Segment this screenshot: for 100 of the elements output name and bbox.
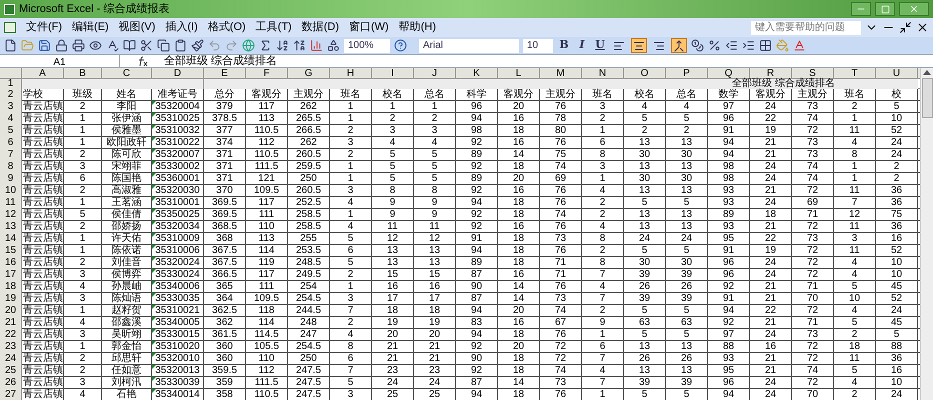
formula-content[interactable]: 全部班级 综合成绩排名 — [164, 52, 278, 70]
zoom-field[interactable]: 100% — [344, 38, 390, 52]
table-cell: 21 — [750, 137, 792, 149]
row-header[interactable]: 22 — [0, 329, 22, 341]
table-cell: 360 — [204, 341, 246, 353]
table-cell: 63 — [666, 317, 708, 329]
spell-check-icon[interactable] — [106, 39, 119, 52]
table-cell: 9 — [582, 317, 624, 329]
menu-item[interactable]: 窗口(W) — [349, 19, 389, 36]
row-header[interactable]: 27 — [0, 389, 22, 400]
table-cell: 25 — [414, 389, 456, 400]
row-header[interactable]: 3 — [0, 101, 22, 113]
drawing-icon[interactable] — [327, 39, 340, 52]
decrease-indent-icon[interactable] — [725, 39, 738, 52]
table-cell: 96 — [708, 269, 750, 281]
function-icon[interactable] — [136, 56, 148, 66]
italic-button[interactable]: I — [575, 37, 589, 54]
table-cell: 18 — [750, 209, 792, 221]
table-cell: 1 — [64, 341, 102, 353]
table-cell: 371 — [204, 161, 246, 173]
sort-descending-icon[interactable] — [293, 39, 306, 52]
percent-icon[interactable] — [708, 39, 721, 52]
row-header[interactable]: 4 — [0, 113, 22, 125]
row-header[interactable]: 19 — [0, 293, 22, 305]
chart-icon[interactable] — [310, 39, 323, 52]
table-cell: 4 — [582, 185, 624, 197]
row-header[interactable]: 5 — [0, 125, 22, 137]
scrollbar-thumb[interactable] — [922, 78, 932, 118]
row-header[interactable]: 8 — [0, 161, 22, 173]
restore-icon[interactable] — [899, 21, 912, 34]
minimize-button[interactable] — [851, 2, 871, 16]
row-header[interactable]: 18 — [0, 281, 22, 293]
row-header[interactable]: 13 — [0, 221, 22, 233]
help-search-field[interactable]: 键入需要帮助的问题 — [751, 20, 861, 34]
row-header[interactable]: 23 — [0, 341, 22, 353]
table-cell: 4 — [834, 269, 876, 281]
font-field[interactable]: Arial — [419, 38, 519, 52]
vertical-scrollbar[interactable] — [920, 68, 933, 400]
table-cell: 校名 — [372, 89, 414, 101]
research-icon[interactable] — [123, 39, 136, 52]
align-center-button[interactable] — [631, 38, 647, 53]
font-color-icon[interactable] — [793, 39, 806, 52]
row-header[interactable]: 6 — [0, 137, 22, 149]
menu-item[interactable]: 工具(T) — [256, 19, 292, 36]
row-header[interactable]: 25 — [0, 365, 22, 377]
new-file-icon[interactable] — [4, 39, 17, 52]
bold-button[interactable]: B — [557, 37, 571, 54]
row-header[interactable]: 9 — [0, 173, 22, 185]
row-header[interactable]: 21 — [0, 317, 22, 329]
fill-color-icon[interactable] — [776, 39, 789, 52]
sort-ascending-icon[interactable] — [276, 39, 289, 52]
row-header[interactable]: 1 — [0, 79, 22, 89]
menu-item[interactable]: 帮助(H) — [398, 19, 436, 36]
sum-icon[interactable] — [259, 39, 272, 52]
restore-button[interactable] — [875, 2, 895, 16]
row-header[interactable]: 26 — [0, 377, 22, 389]
merged-title-cell: 全部班级 综合成绩排名 — [204, 79, 918, 89]
paste-icon[interactable] — [174, 39, 187, 52]
borders-icon[interactable] — [759, 39, 772, 52]
print-icon[interactable] — [72, 39, 85, 52]
menu-item[interactable]: 数据(D) — [302, 19, 339, 36]
format-painter-icon[interactable] — [191, 39, 204, 52]
table-cell: 39 — [624, 293, 666, 305]
menu-item[interactable]: 视图(V) — [118, 19, 156, 36]
row-header[interactable]: 17 — [0, 269, 22, 281]
menu-item[interactable]: 编辑(E) — [72, 19, 109, 36]
row-header[interactable]: 14 — [0, 233, 22, 245]
merge-center-button[interactable] — [671, 38, 687, 53]
table-cell: 92 — [456, 209, 498, 221]
close-button[interactable] — [899, 2, 929, 16]
row-header[interactable]: 10 — [0, 185, 22, 197]
row-header[interactable]: 16 — [0, 257, 22, 269]
row-header[interactable]: 7 — [0, 149, 22, 161]
name-box[interactable]: A1 — [0, 55, 120, 67]
row-header[interactable]: 11 — [0, 197, 22, 209]
menu-item[interactable]: 格式(O) — [208, 19, 246, 36]
menu-item[interactable]: 文件(F) — [26, 19, 62, 36]
copy-icon[interactable] — [157, 39, 170, 52]
table-cell: 368 — [204, 233, 246, 245]
table-cell: 1 — [64, 197, 102, 209]
font-size-field[interactable]: 10 — [523, 38, 553, 52]
menu-item[interactable]: 插入(I) — [165, 19, 198, 36]
print-preview-icon[interactable] — [89, 39, 102, 52]
row-header[interactable]: 24 — [0, 353, 22, 365]
cut-icon[interactable] — [140, 39, 153, 52]
row-header[interactable]: 2 — [0, 89, 22, 101]
help-icon[interactable] — [394, 39, 407, 52]
row-header[interactable]: 12 — [0, 209, 22, 221]
underline-button[interactable]: U — [593, 37, 607, 54]
row-header[interactable]: 20 — [0, 305, 22, 317]
table-cell: 5 — [624, 113, 666, 125]
table-cell: 班名 — [582, 89, 624, 101]
table-cell: 258.5 — [288, 221, 330, 233]
table-cell: 39 — [666, 377, 708, 389]
close-icon[interactable] — [916, 21, 929, 34]
save-icon[interactable] — [38, 39, 51, 52]
table-cell: 9 — [372, 197, 414, 209]
table-cell: 4 — [582, 281, 624, 293]
increase-indent-icon[interactable] — [742, 39, 755, 52]
row-header[interactable]: 15 — [0, 245, 22, 257]
